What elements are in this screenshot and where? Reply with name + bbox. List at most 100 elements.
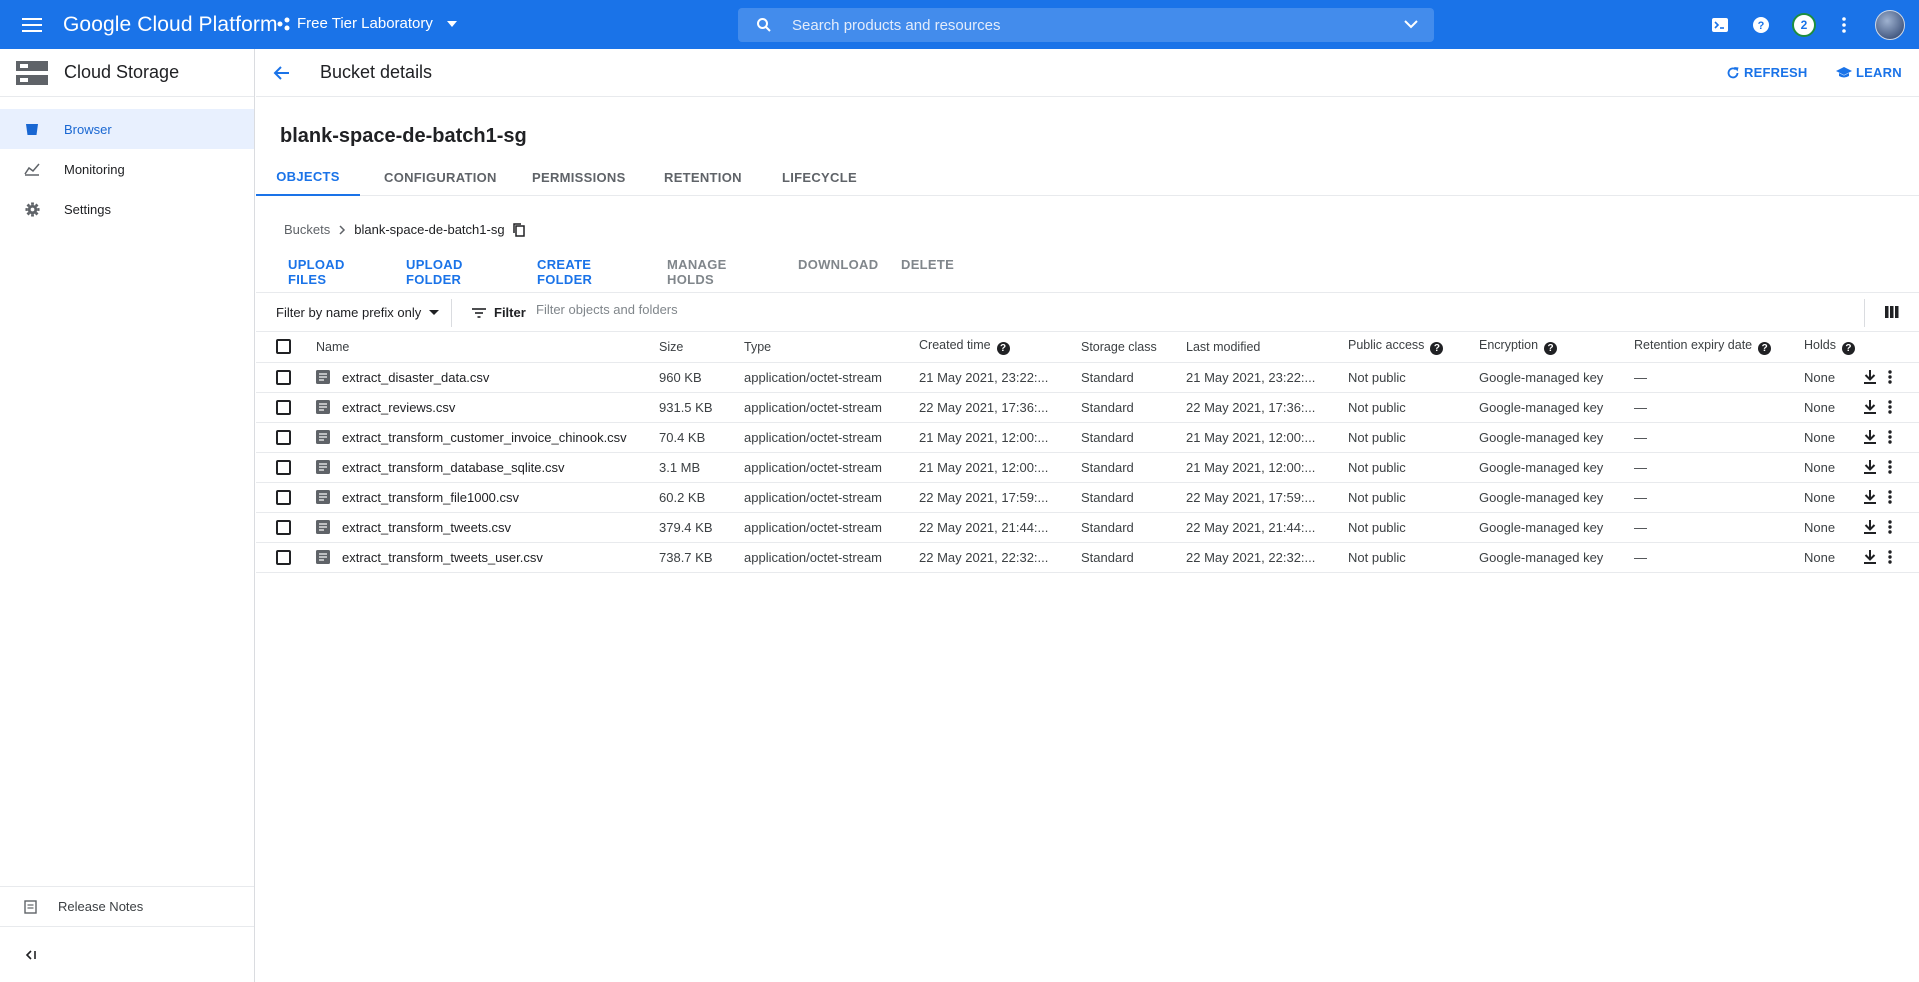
object-name-cell[interactable]: extract_reviews.csv xyxy=(316,392,659,423)
delete-button[interactable]: DELETE xyxy=(901,257,954,272)
more-vert-icon[interactable] xyxy=(1888,550,1892,564)
object-created: 22 May 2021, 22:32:... xyxy=(919,542,1081,573)
file-icon xyxy=(316,550,330,564)
help-icon[interactable]: ? xyxy=(1758,342,1772,356)
cloud-shell-icon[interactable] xyxy=(1710,15,1730,35)
help-icon[interactable]: ? xyxy=(1751,15,1771,35)
learn-button[interactable]: LEARN xyxy=(1836,65,1902,80)
object-name-cell[interactable]: extract_transform_customer_invoice_chino… xyxy=(316,422,659,453)
download-icon[interactable] xyxy=(1864,370,1876,384)
table-row[interactable]: extract_transform_file1000.csv 60.2 KB a… xyxy=(256,482,1919,513)
row-checkbox[interactable] xyxy=(276,400,291,416)
search-box[interactable] xyxy=(738,8,1434,42)
select-all-checkbox[interactable] xyxy=(276,339,291,355)
filter-prefix-dropdown[interactable]: Filter by name prefix only xyxy=(276,305,440,320)
object-name-cell[interactable]: extract_transform_tweets.csv xyxy=(316,512,659,543)
row-checkbox[interactable] xyxy=(276,370,291,386)
more-vert-icon[interactable] xyxy=(1888,460,1892,474)
download-button[interactable]: DOWNLOAD xyxy=(798,257,878,272)
breadcrumb-buckets-link[interactable]: Buckets xyxy=(284,222,330,237)
more-vert-icon[interactable] xyxy=(1888,430,1892,444)
upload-folder-button[interactable]: UPLOAD FOLDER xyxy=(406,257,463,287)
object-name-cell[interactable]: extract_transform_file1000.csv xyxy=(316,482,659,513)
download-icon[interactable] xyxy=(1864,550,1876,564)
download-icon[interactable] xyxy=(1864,430,1876,444)
download-icon[interactable] xyxy=(1864,400,1876,414)
more-vert-icon[interactable] xyxy=(1888,370,1892,384)
help-icon[interactable]: ? xyxy=(1841,342,1855,356)
col-holds[interactable]: Holds? xyxy=(1804,332,1864,363)
row-checkbox[interactable] xyxy=(276,460,291,476)
copy-icon[interactable] xyxy=(512,222,525,237)
object-name-cell[interactable]: extract_transform_database_sqlite.csv xyxy=(316,452,659,483)
upload-files-button[interactable]: UPLOAD FILES xyxy=(288,257,345,287)
filter-bar: Filter by name prefix only Filter xyxy=(256,292,1919,332)
row-checkbox[interactable] xyxy=(276,430,291,446)
tab-permissions[interactable]: PERMISSIONS xyxy=(532,158,626,196)
filter-button[interactable]: Filter xyxy=(472,305,526,320)
sidebar-item-settings[interactable]: Settings xyxy=(0,189,254,229)
col-type[interactable]: Type xyxy=(744,332,919,363)
help-icon[interactable]: ? xyxy=(1430,342,1444,356)
download-icon[interactable] xyxy=(1864,520,1876,534)
sidebar-item-monitoring[interactable]: Monitoring xyxy=(0,149,254,189)
object-name-link[interactable]: extract_disaster_data.csv xyxy=(342,370,489,385)
object-name-link[interactable]: extract_transform_database_sqlite.csv xyxy=(342,460,565,475)
col-name[interactable]: Name xyxy=(316,332,659,363)
tab-configuration[interactable]: CONFIGURATION xyxy=(384,158,497,196)
help-icon[interactable]: ? xyxy=(1544,342,1558,356)
collapse-sidebar-button[interactable] xyxy=(0,926,254,982)
back-arrow-icon[interactable] xyxy=(272,63,292,83)
col-created[interactable]: Created time? xyxy=(919,332,1081,363)
tab-retention[interactable]: RETENTION xyxy=(664,158,742,196)
more-vert-icon[interactable] xyxy=(1888,490,1892,504)
manage-holds-button[interactable]: MANAGE HOLDS xyxy=(667,257,727,287)
table-row[interactable]: extract_transform_tweets_user.csv 738.7 … xyxy=(256,542,1919,573)
more-vert-icon[interactable] xyxy=(1888,520,1892,534)
col-storage-class[interactable]: Storage class xyxy=(1081,332,1186,363)
refresh-button[interactable]: REFRESH xyxy=(1726,65,1808,80)
row-actions-cell xyxy=(1864,392,1919,423)
table-row[interactable]: extract_transform_database_sqlite.csv 3.… xyxy=(256,452,1919,483)
help-icon[interactable]: ? xyxy=(996,342,1010,356)
object-name-link[interactable]: extract_transform_tweets_user.csv xyxy=(342,550,543,565)
create-folder-button[interactable]: CREATE FOLDER xyxy=(537,257,592,287)
chevron-down-icon[interactable] xyxy=(1404,19,1418,29)
download-icon[interactable] xyxy=(1864,490,1876,504)
table-row[interactable]: extract_reviews.csv 931.5 KB application… xyxy=(256,392,1919,423)
col-encryption[interactable]: Encryption? xyxy=(1479,332,1634,363)
object-name-link[interactable]: extract_reviews.csv xyxy=(342,400,455,415)
notifications-badge[interactable]: 2 xyxy=(1792,12,1816,37)
download-icon[interactable] xyxy=(1864,460,1876,474)
object-name-link[interactable]: extract_transform_tweets.csv xyxy=(342,520,511,535)
row-checkbox[interactable] xyxy=(276,520,291,536)
object-name-link[interactable]: extract_transform_file1000.csv xyxy=(342,490,519,505)
tab-objects[interactable]: OBJECTS xyxy=(256,158,360,196)
object-name-cell[interactable]: extract_transform_tweets_user.csv xyxy=(316,542,659,573)
column-display-icon[interactable] xyxy=(1885,306,1899,318)
more-vert-icon[interactable] xyxy=(1888,400,1892,414)
col-size[interactable]: Size xyxy=(659,332,744,363)
object-name-link[interactable]: extract_transform_customer_invoice_chino… xyxy=(342,430,627,445)
table-row[interactable]: extract_transform_customer_invoice_chino… xyxy=(256,422,1919,453)
menu-icon[interactable] xyxy=(19,14,45,36)
filter-input[interactable] xyxy=(536,302,1136,317)
col-retention[interactable]: Retention expiry date? xyxy=(1634,332,1804,363)
col-public-access[interactable]: Public access? xyxy=(1348,332,1479,363)
col-last-modified[interactable]: Last modified xyxy=(1186,332,1348,363)
tab-lifecycle[interactable]: LIFECYCLE xyxy=(782,158,857,196)
object-holds: None xyxy=(1804,452,1864,483)
release-notes-link[interactable]: Release Notes xyxy=(0,886,254,926)
project-selector[interactable]: Free Tier Laboratory xyxy=(277,15,457,32)
row-checkbox[interactable] xyxy=(276,490,291,506)
brand-title[interactable]: Google Cloud Platform xyxy=(63,13,278,37)
row-checkbox[interactable] xyxy=(276,550,291,566)
more-vert-icon[interactable] xyxy=(1834,15,1854,35)
table-row[interactable]: extract_disaster_data.csv 960 KB applica… xyxy=(256,362,1919,393)
breadcrumb-current: blank-space-de-batch1-sg xyxy=(354,222,505,237)
avatar[interactable] xyxy=(1875,9,1905,40)
object-name-cell[interactable]: extract_disaster_data.csv xyxy=(316,362,659,393)
sidebar-item-browser[interactable]: Browser xyxy=(0,109,254,149)
search-input[interactable] xyxy=(792,16,1372,34)
table-row[interactable]: extract_transform_tweets.csv 379.4 KB ap… xyxy=(256,512,1919,543)
